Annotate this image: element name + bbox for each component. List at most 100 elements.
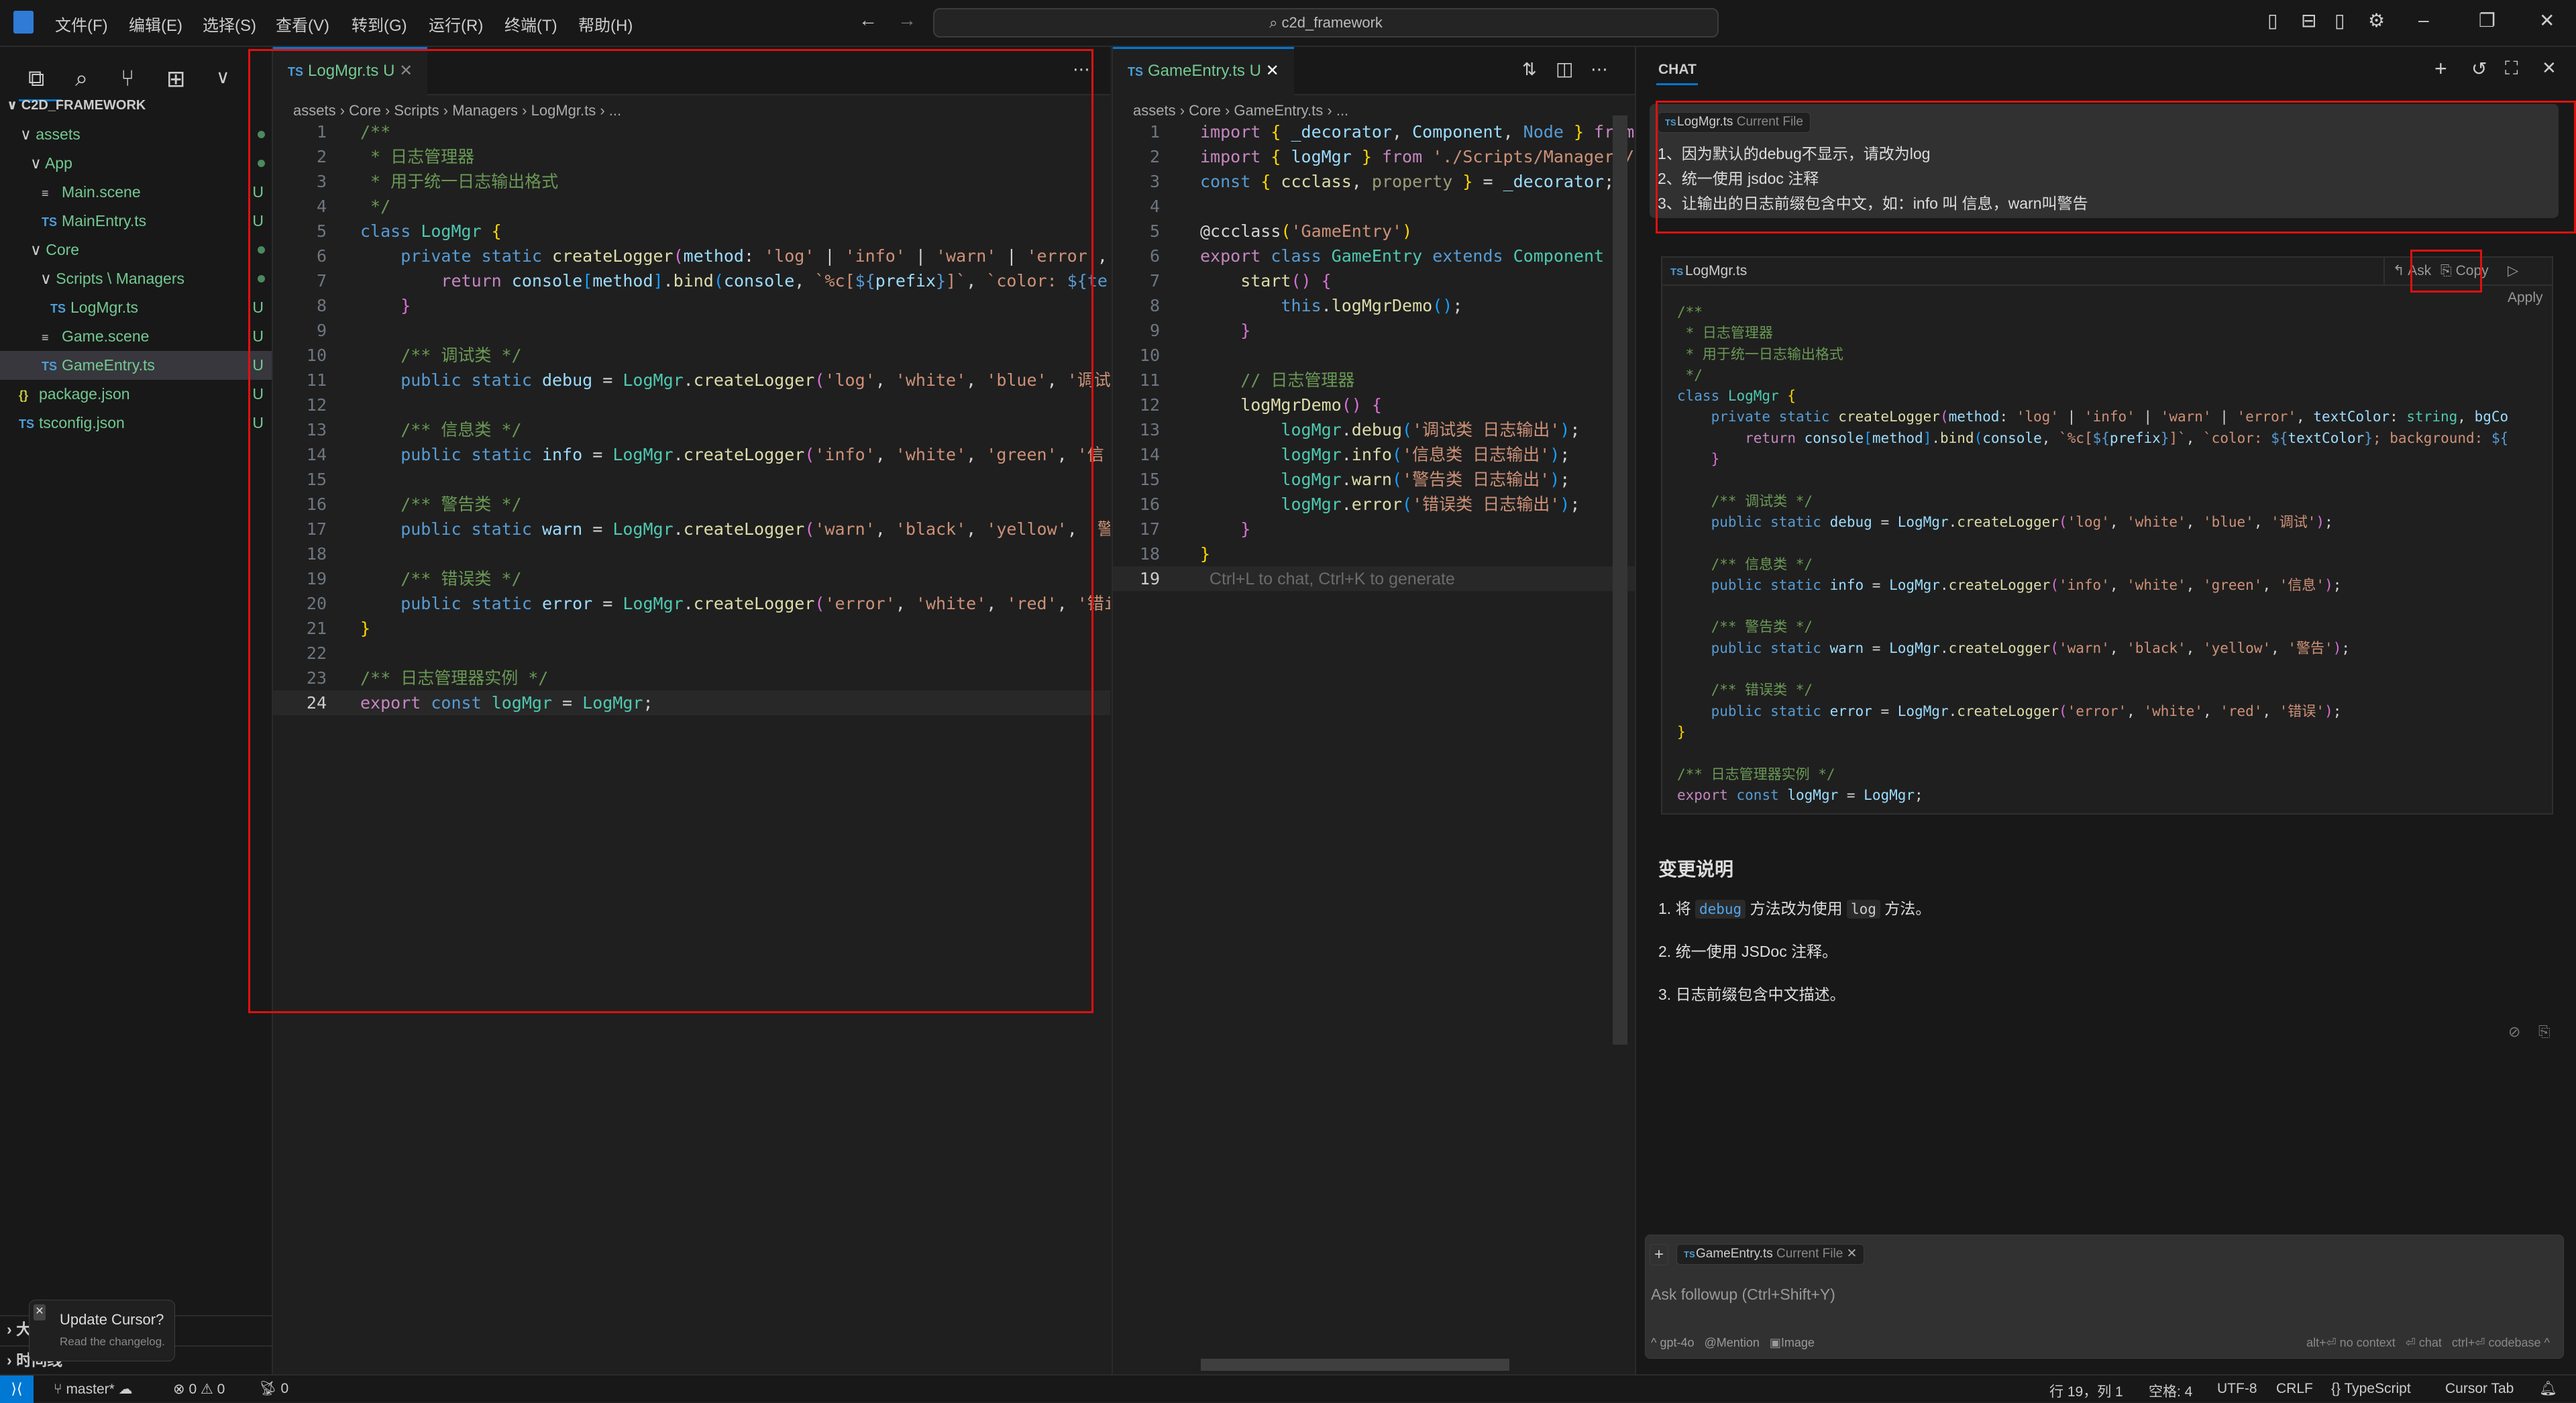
no-context-button[interactable]: alt+⏎ no context [2306,1336,2396,1349]
remove-chip-icon[interactable]: ✕ [1847,1247,1858,1261]
model-selector[interactable]: ^ gpt-4o [1651,1336,1695,1349]
code-line[interactable]: 16 /** 警告类 */ [273,492,1110,517]
explorer-icon[interactable]: ⧉ [28,66,44,92]
mention-button[interactable]: @Mention [1705,1336,1760,1349]
breadcrumb-item[interactable]: Core [349,102,381,119]
tree-item-package-json[interactable]: {} package.json U [0,380,272,409]
add-context-button[interactable]: + [1650,1244,1668,1265]
code-line[interactable]: 4 */ [273,194,1110,219]
code-line[interactable]: 19 Ctrl+L to chat, Ctrl+K to generate [1113,566,1635,591]
tree-item-tsconfig-json[interactable]: TS tsconfig.json U [0,409,272,437]
notifications-bell-icon[interactable]: 🔔︎ [2539,1381,2557,1397]
image-button[interactable]: ▣Image [1770,1336,1815,1349]
menu-run[interactable]: 运行(R) [429,12,483,36]
ask-button[interactable]: ↰ Ask [2383,258,2431,284]
close-icon[interactable]: ✕ [2542,58,2557,79]
code-line[interactable]: 12 logMgrDemo() { [1113,393,1635,417]
chat-input-box[interactable]: + TSGameEntry.ts Current File ✕ Ask foll… [1645,1235,2564,1359]
code-line[interactable]: 13 /** 信息类 */ [273,417,1110,442]
code-line[interactable]: 1 import { _decorator, Component, Node } … [1113,119,1635,144]
followup-input[interactable]: Ask followup (Ctrl+Shift+Y) [1651,1286,1835,1304]
code-line[interactable]: 3 const { ccclass, property } = _decorato… [1113,169,1635,194]
code-line[interactable]: 12 [273,393,1110,417]
tree-item-gameentry-ts[interactable]: TS GameEntry.ts U [0,351,272,380]
tab-logmgr[interactable]: TS LogMgr.ts U ✕ [273,47,428,95]
encoding[interactable]: UTF-8 [2217,1381,2257,1397]
code-line[interactable]: 9 } [1113,318,1635,343]
toggle-secondary-sidebar-icon[interactable]: ▯ [2334,9,2345,32]
language-mode[interactable]: {} TypeScript [2331,1381,2411,1397]
code-line[interactable]: 1 /** [273,119,1110,144]
code-line[interactable]: 21} [273,616,1110,641]
remote-indicator-icon[interactable]: ⟩⟨ [0,1375,34,1403]
breadcrumb-item[interactable]: LogMgr.ts [531,102,596,119]
editor-logmgr[interactable]: TS LogMgr.ts U ✕ ⋯ assets › Core › Script… [273,47,1110,1374]
code-line[interactable]: 10 /** 调试类 */ [273,343,1110,368]
code-line[interactable]: 11 public static debug = LogMgr.createLo… [273,368,1110,393]
compare-changes-icon[interactable]: ⇅ [1522,59,1537,80]
breadcrumb-item[interactable]: ... [1336,102,1348,119]
tree-item-game-scene[interactable]: ≡ Game.scene U [0,322,272,351]
toast-link[interactable]: Read the changelog. [60,1335,165,1349]
code-line[interactable]: 2 import { logMgr } from './Scripts/Manag… [1113,144,1635,169]
toggle-panel-icon[interactable]: ⊟ [2301,9,2316,32]
codebase-button[interactable]: ctrl+⏎ codebase ^ [2452,1336,2550,1349]
forward-arrow-icon[interactable]: → [898,9,916,31]
code-line[interactable]: 7 start() { [1113,268,1635,293]
more-actions-icon[interactable]: ⋯ [1073,59,1090,80]
breadcrumb-item[interactable]: assets [293,102,336,119]
copy-button[interactable]: ⎘ Copy [2440,258,2489,284]
close-window-icon[interactable]: ✕ [2539,9,2555,32]
branch-indicator[interactable]: ⑂ master* ☁ [54,1381,133,1398]
maximize-icon[interactable]: ⛶ [2505,58,2518,80]
code-line[interactable]: 6 private static createLogger(method: 'l… [273,244,1110,268]
user-message[interactable]: TSLogMgr.ts Current File 1、因为默认的debug不显示… [1650,104,2559,218]
tab-gameentry[interactable]: TS GameEntry.ts U ✕ [1113,47,1294,95]
code-line[interactable]: 17 } [1113,517,1635,541]
code-line[interactable]: 18 [273,541,1110,566]
feedback-icon[interactable]: ⊘ [2508,1023,2520,1041]
extensions-icon[interactable]: ⊞ [166,66,186,93]
indentation[interactable]: 空格: 4 [2149,1381,2192,1401]
code-line[interactable]: 8 } [273,293,1110,318]
code-line[interactable]: 14 public static info = LogMgr.createLog… [273,442,1110,467]
context-chip[interactable]: TSLogMgr.ts Current File [1658,112,1811,133]
breadcrumb-item[interactable]: Managers [452,102,518,119]
code-line[interactable]: 5 class LogMgr { [273,219,1110,244]
editor-gameentry[interactable]: TS GameEntry.ts U ✕ ⇅ ◫ ⋯ assets › Core ›… [1112,47,1635,1374]
breadcrumb-item[interactable]: Scripts [394,102,439,119]
code-line[interactable]: 7 return console[method].bind(console, `… [273,268,1110,293]
code-line[interactable]: 4 [1113,194,1635,219]
settings-gear-icon[interactable]: ⚙ [2368,9,2385,32]
history-icon[interactable]: ↺ [2471,58,2487,80]
code-line[interactable]: 2 * 日志管理器 [273,144,1110,169]
toggle-sidebar-icon[interactable]: ▯ [2267,9,2277,32]
source-control-icon[interactable]: ⑂ [121,66,134,92]
menu-goto[interactable]: 转到(G) [352,12,407,36]
close-tab-icon[interactable]: ✕ [399,62,413,80]
code-line[interactable]: 14 logMgr.info('信息类 日志输出'); [1113,442,1635,467]
tree-item-logmgr-ts[interactable]: TS LogMgr.ts U [0,293,272,322]
menu-view[interactable]: 查看(V) [276,12,329,36]
back-arrow-icon[interactable]: ← [859,9,877,31]
code-line[interactable]: 3 * 用于统一日志输出格式 [273,169,1110,194]
tree-item-scripts-managers[interactable]: ∨ Scripts \ Managers [0,264,272,293]
code-line[interactable]: 18} [1113,541,1635,566]
code-line[interactable]: 9 [273,318,1110,343]
menu-edit[interactable]: 编辑(E) [129,12,182,36]
code-line[interactable]: 15 logMgr.warn('警告类 日志输出'); [1113,467,1635,492]
close-icon[interactable]: ✕ [34,1304,46,1320]
horizontal-scrollbar[interactable] [1201,1359,1509,1371]
code-line[interactable]: 24 export const logMgr = LogMgr; [273,690,1110,715]
code-line[interactable]: 8 this.logMgrDemo(); [1113,293,1635,318]
minimize-icon[interactable]: – [2418,9,2429,31]
code-line[interactable]: 6 export class GameEntry extends Componen… [1113,244,1635,268]
tree-item-assets[interactable]: ∨ assets [0,120,272,149]
code-line[interactable]: 23 /** 日志管理器实例 */ [273,666,1110,690]
vertical-scrollbar[interactable] [1613,115,1627,1045]
code-line[interactable]: 11 // 日志管理器 [1113,368,1635,393]
menu-terminal[interactable]: 终端(T) [504,12,557,36]
tree-item-mainentry-ts[interactable]: TS MainEntry.ts U [0,207,272,236]
breadcrumb-item[interactable]: GameEntry.ts [1234,102,1323,119]
tree-item-app[interactable]: ∨ App [0,149,272,178]
